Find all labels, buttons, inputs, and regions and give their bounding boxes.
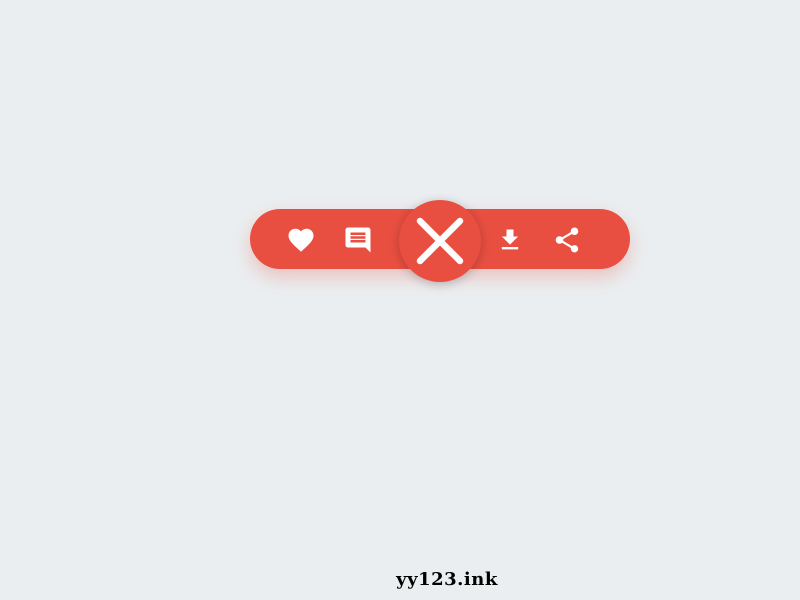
download-button[interactable] [495,225,525,255]
heart-icon [288,228,314,252]
close-menu-button[interactable] [399,200,481,282]
share-button[interactable] [552,225,582,255]
comment-button[interactable] [343,225,373,255]
page-canvas: yy123.ink [0,0,800,600]
like-button[interactable] [286,225,316,255]
close-icon [416,217,464,265]
download-icon [501,229,519,250]
message-icon [345,227,371,253]
share-icon [555,227,579,253]
watermark-text: yy123.ink [396,569,498,590]
